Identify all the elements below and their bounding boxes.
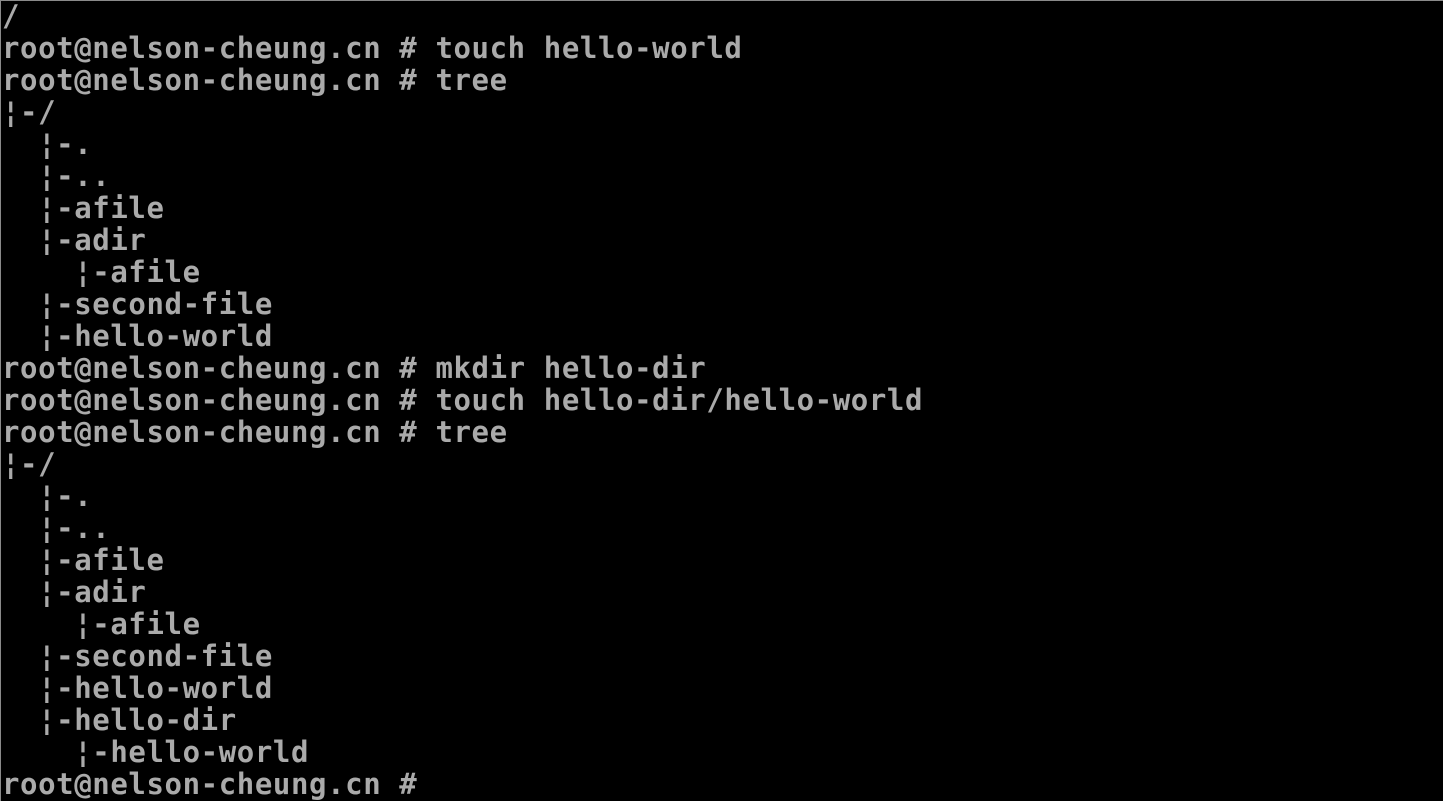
terminal-line: ¦-afile (2, 544, 923, 576)
command-text: tree (435, 415, 508, 449)
output-text: ¦-second-file (2, 639, 273, 673)
output-text: ¦-. (2, 479, 93, 513)
output-text: ¦-/ (2, 447, 57, 481)
terminal-line: ¦-. (2, 480, 923, 512)
terminal-line: ¦-afile (2, 192, 923, 224)
output-text: / (2, 0, 21, 33)
output-text: ¦-adir (2, 223, 147, 257)
output-text: ¦-hello-world (2, 319, 273, 353)
terminal-line: ¦-afile (2, 256, 923, 288)
output-text: ¦-hello-world (2, 735, 310, 769)
terminal-output: / root@nelson-cheung.cn # touch hello-wo… (2, 0, 923, 800)
terminal-line: root@nelson-cheung.cn # tree (2, 64, 923, 96)
terminal-line: root@nelson-cheung.cn # touch hello-worl… (2, 32, 923, 64)
terminal-line: ¦-.. (2, 512, 923, 544)
output-text: ¦-afile (2, 607, 201, 641)
terminal-line: root@nelson-cheung.cn # touch hello-dir/… (2, 384, 923, 416)
shell-prompt: root@nelson-cheung.cn # (2, 767, 436, 801)
terminal-line: ¦-adir (2, 224, 923, 256)
command-text: touch hello-world (435, 31, 743, 65)
output-text: ¦-hello-world (2, 671, 273, 705)
command-text: tree (435, 63, 508, 97)
output-text: ¦-second-file (2, 287, 273, 321)
shell-prompt: root@nelson-cheung.cn # (2, 63, 436, 97)
terminal-line: / (2, 0, 923, 33)
terminal-line: ¦-.. (2, 160, 923, 192)
output-text: ¦-hello-dir (2, 703, 237, 737)
terminal-window[interactable]: / root@nelson-cheung.cn # touch hello-wo… (0, 0, 1443, 801)
terminal-input-line[interactable]: root@nelson-cheung.cn # (2, 768, 923, 800)
terminal-line: ¦-second-file (2, 640, 923, 672)
shell-prompt: root@nelson-cheung.cn # (2, 31, 436, 65)
shell-prompt: root@nelson-cheung.cn # (2, 383, 436, 417)
terminal-line: ¦-/ (2, 448, 923, 480)
terminal-line: ¦-adir (2, 576, 923, 608)
terminal-line: ¦-/ (2, 96, 923, 128)
output-text: ¦-.. (2, 511, 111, 545)
terminal-line: ¦-hello-world (2, 736, 923, 768)
output-text: ¦-. (2, 127, 93, 161)
output-text: ¦-/ (2, 95, 57, 129)
terminal-line: root@nelson-cheung.cn # mkdir hello-dir (2, 352, 923, 384)
terminal-line: ¦-hello-world (2, 672, 923, 704)
terminal-line: ¦-hello-world (2, 320, 923, 352)
output-text: ¦-afile (2, 543, 165, 577)
shell-prompt: root@nelson-cheung.cn # (2, 415, 436, 449)
terminal-line: ¦-afile (2, 608, 923, 640)
terminal-line: ¦-. (2, 128, 923, 160)
terminal-line: root@nelson-cheung.cn # tree (2, 416, 923, 448)
terminal-line: ¦-hello-dir (2, 704, 923, 736)
output-text: ¦-afile (2, 191, 165, 225)
shell-prompt: root@nelson-cheung.cn # (2, 351, 436, 385)
terminal-line: ¦-second-file (2, 288, 923, 320)
output-text: ¦-.. (2, 159, 111, 193)
output-text: ¦-adir (2, 575, 147, 609)
command-text: touch hello-dir/hello-world (435, 383, 924, 417)
command-text: mkdir hello-dir (435, 351, 707, 385)
output-text: ¦-afile (2, 255, 201, 289)
